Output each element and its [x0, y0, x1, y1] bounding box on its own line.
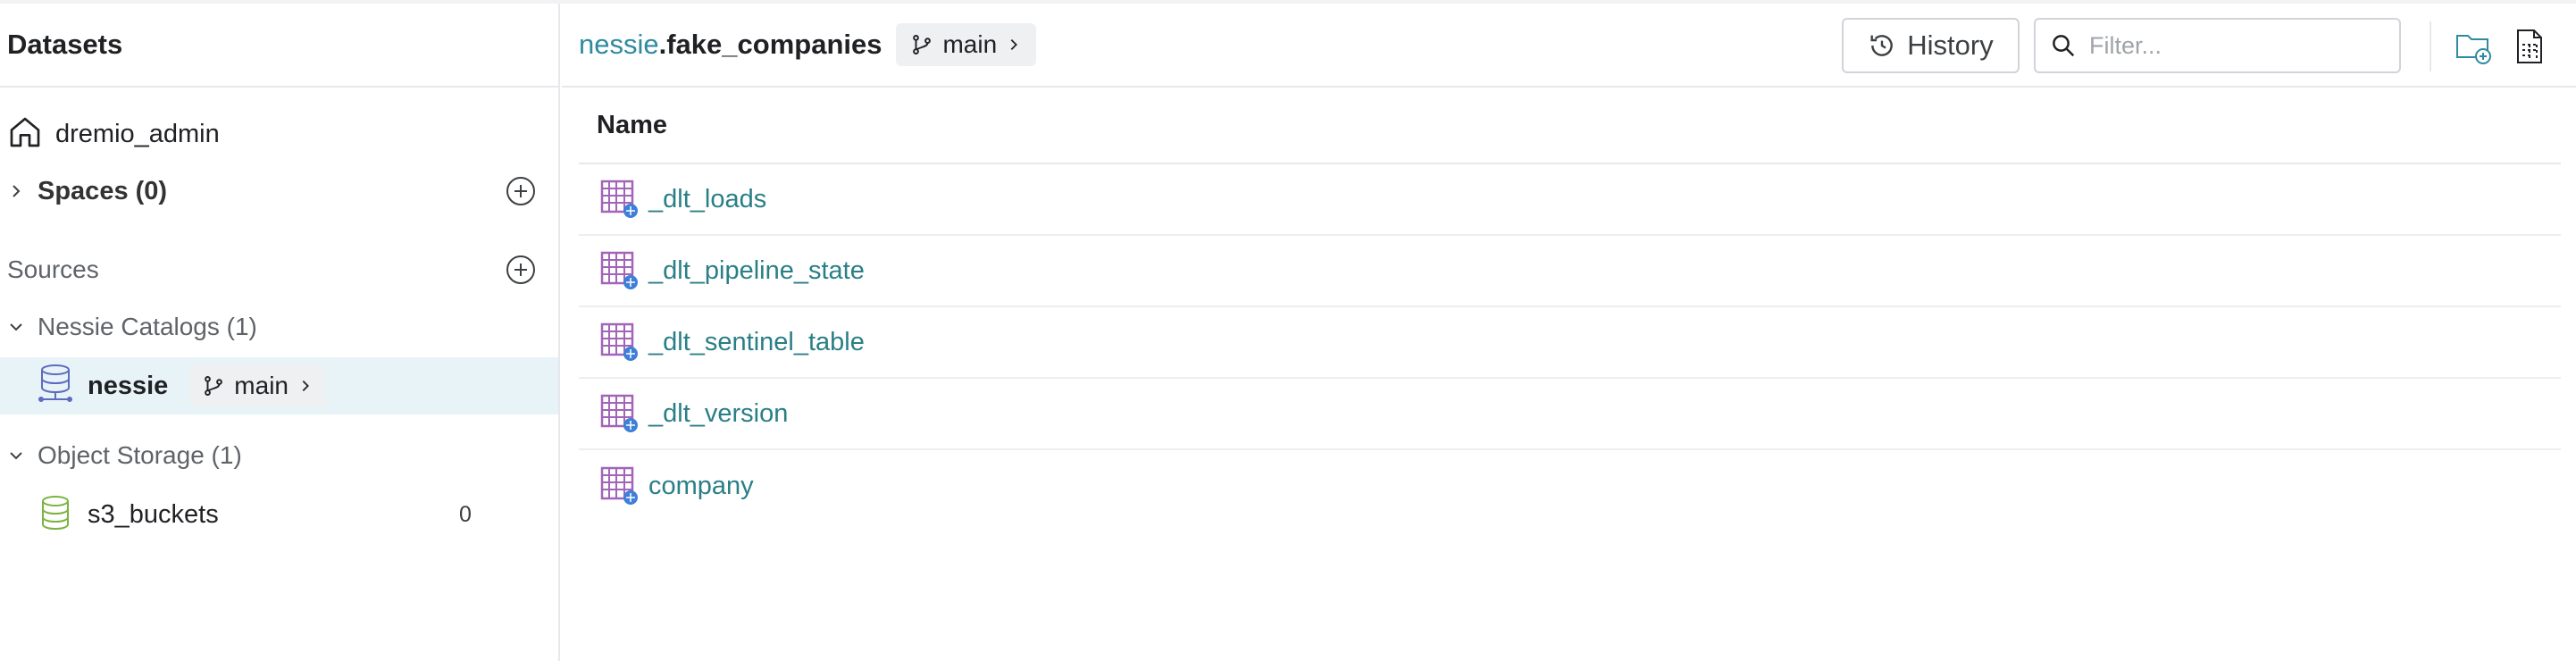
app: Datasets dremio_admin Spaces (0) Sources — [0, 0, 2576, 661]
datasets-table: Name _dlt_loads _dlt_pipeline_state _dlt… — [579, 88, 2561, 522]
breadcrumb-source-link[interactable]: nessie — [579, 29, 659, 60]
home-label: dremio_admin — [55, 119, 220, 148]
nessie-label: nessie — [88, 371, 169, 400]
sidebar-header: Datasets — [0, 4, 558, 88]
chevron-right-icon[interactable] — [5, 180, 27, 202]
s3-buckets-label: s3_buckets — [88, 499, 219, 529]
header-branch-label: main — [942, 30, 998, 58]
dataset-name[interactable]: _dlt_version — [648, 399, 788, 429]
table-dataset-icon — [600, 251, 638, 289]
object-storage-label: Object Storage (1) — [38, 441, 242, 469]
sidebar-item-nessie[interactable]: nessie main — [0, 357, 558, 414]
add-space-icon[interactable] — [505, 175, 537, 207]
sidebar-title: Datasets — [7, 29, 123, 60]
sidebar-item-s3-buckets[interactable]: s3_buckets 0 — [0, 486, 558, 543]
sidebar: Datasets dremio_admin Spaces (0) Sources — [0, 4, 560, 661]
table-row[interactable]: _dlt_pipeline_state — [579, 236, 2561, 307]
chevron-right-icon — [302, 380, 309, 392]
table-dataset-icon — [600, 180, 638, 218]
history-icon — [1870, 35, 1894, 56]
table-row[interactable]: _dlt_loads — [579, 164, 2561, 236]
git-branch-icon — [205, 376, 223, 396]
table-row[interactable]: company — [579, 450, 2561, 522]
home-icon — [7, 114, 43, 155]
breadcrumb-separator: . — [658, 29, 667, 60]
add-source-icon[interactable] — [505, 254, 537, 286]
chevron-down-icon[interactable] — [5, 316, 27, 338]
filter-input[interactable] — [2089, 31, 2384, 60]
filter-field[interactable] — [2034, 18, 2401, 73]
table-dataset-icon — [600, 322, 638, 361]
chevron-right-icon — [1010, 38, 1018, 51]
table-dataset-icon — [600, 394, 638, 432]
history-button[interactable]: History — [1842, 18, 2020, 73]
table-dataset-icon — [600, 466, 638, 505]
spaces-label: Spaces (0) — [38, 176, 168, 205]
history-label: History — [1907, 29, 1994, 61]
breadcrumb-current: fake_companies — [666, 29, 882, 60]
chevron-down-icon[interactable] — [5, 445, 27, 466]
dataset-name[interactable]: _dlt_sentinel_table — [648, 328, 865, 357]
sidebar-group-nessie-catalogs[interactable]: Nessie Catalogs (1) — [0, 302, 558, 352]
dataset-name[interactable]: _dlt_loads — [648, 185, 766, 214]
s3-buckets-count: 0 — [459, 501, 472, 527]
sidebar-item-home[interactable]: dremio_admin — [0, 109, 558, 159]
toolbar-divider — [2430, 21, 2431, 71]
sources-label: Sources — [7, 255, 99, 283]
dataset-name[interactable]: _dlt_pipeline_state — [648, 256, 865, 286]
s3-database-icon — [38, 495, 73, 535]
nessie-branch-label: main — [234, 372, 289, 399]
sidebar-item-spaces[interactable]: Spaces (0) — [0, 166, 558, 216]
breadcrumb: nessie.fake_companies — [579, 29, 882, 61]
nessie-branch-chip[interactable]: main — [189, 365, 326, 406]
search-icon — [2053, 35, 2075, 57]
header-branch-chip[interactable]: main — [896, 23, 1037, 66]
add-folder-icon[interactable] — [2454, 27, 2493, 66]
git-branch-icon — [913, 35, 932, 54]
table-row[interactable]: _dlt_version — [579, 379, 2561, 450]
table-row[interactable]: _dlt_sentinel_table — [579, 307, 2561, 379]
dataset-name[interactable]: company — [648, 472, 754, 501]
main-content: nessie.fake_companies main History Filte… — [562, 4, 2576, 661]
sources-section-header: Sources — [0, 245, 558, 295]
sidebar-group-object-storage[interactable]: Object Storage (1) — [0, 431, 558, 481]
table-header-name[interactable]: Name — [579, 88, 2561, 164]
main-toolbar: nessie.fake_companies main History — [562, 4, 2576, 88]
nessie-database-icon — [38, 364, 73, 409]
nessie-catalogs-label: Nessie Catalogs (1) — [38, 313, 257, 340]
add-file-icon[interactable] — [2511, 27, 2550, 66]
